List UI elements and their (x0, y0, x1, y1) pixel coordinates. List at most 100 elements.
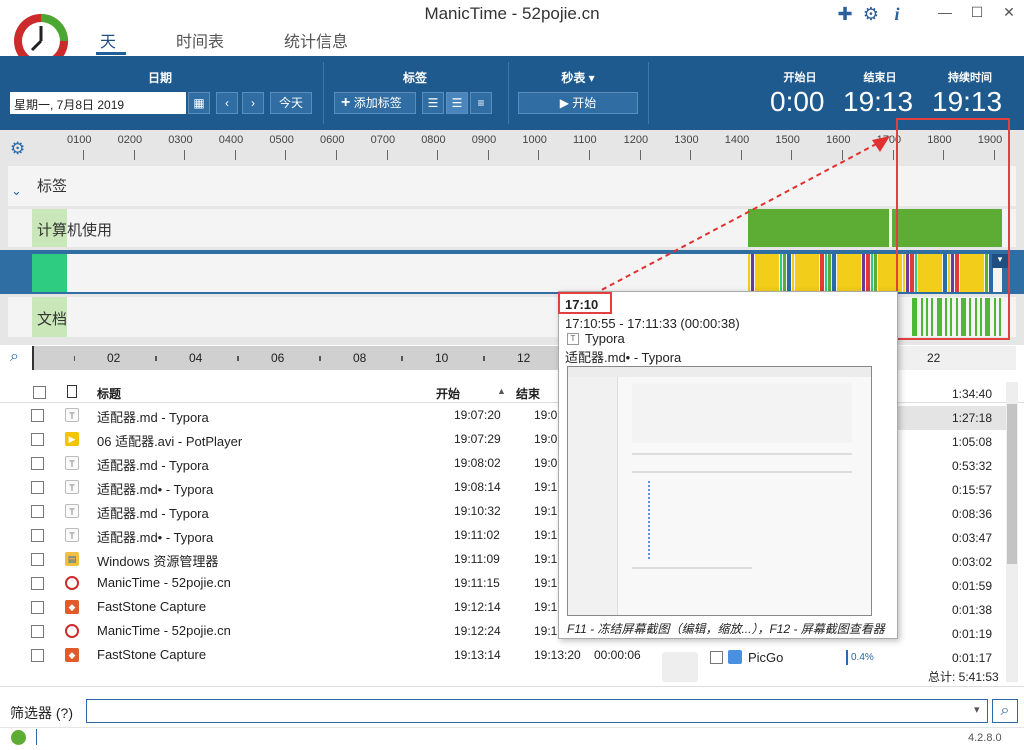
row-start: 19:07:29 (454, 432, 501, 446)
thumb-text (632, 453, 852, 473)
hour-tick (336, 150, 337, 160)
tab-day[interactable]: 天 (100, 28, 116, 52)
duration-value: 0:15:57 (951, 483, 992, 497)
maximize-button[interactable]: ☐ (962, 4, 992, 24)
row-checkbox[interactable] (31, 409, 44, 422)
row-checkbox[interactable] (31, 433, 44, 446)
row-start: 19:11:09 (454, 552, 500, 566)
tab-timesheet[interactable]: 时间表 (176, 28, 224, 52)
picgo-checkbox[interactable] (710, 651, 723, 664)
row-checkbox[interactable] (31, 625, 44, 638)
divider (648, 62, 649, 124)
filter-input[interactable] (86, 699, 988, 723)
version-label: 4.2.8.0 (968, 732, 1002, 744)
duration-value: 19:13 (932, 86, 1003, 117)
screenshot-tooltip: 17:10 17:10:55 - 17:11:33 (00:00:38) T T… (558, 291, 898, 639)
typora-icon: T (65, 528, 79, 542)
zoom-tick-label: 04 (189, 351, 203, 365)
hour-tick-label: 1000 (522, 134, 547, 146)
zoom-tick-label: 22 (927, 351, 941, 365)
hour-tick (487, 150, 489, 160)
stopwatch-dropdown[interactable]: 秒表 ▾ (548, 69, 608, 86)
today-button[interactable]: 今天 (270, 92, 312, 114)
picgo-percent: 0.4% (851, 652, 874, 663)
plus-icon: + (341, 94, 351, 111)
faststone-icon: ◆ (65, 600, 79, 614)
row-checkbox[interactable] (31, 577, 44, 590)
zoom-search-icon[interactable]: ⌕ (10, 348, 19, 366)
info-icon[interactable]: i (886, 4, 908, 26)
minimize-button[interactable]: — (930, 4, 960, 24)
row-start: 19:10:32 (454, 504, 501, 518)
row-checkbox[interactable] (31, 457, 44, 470)
column-start[interactable]: 开始 (436, 385, 460, 402)
row-end: 19:1 (534, 504, 558, 518)
duration-value: 0:03:47 (951, 531, 992, 545)
picgo-icon (728, 650, 742, 664)
zoom-tick-label: 06 (271, 351, 285, 365)
row-start: 19:11:15 (454, 576, 500, 590)
puzzle-icon[interactable]: ✚ (834, 4, 856, 26)
manictime-icon (65, 624, 79, 638)
hour-tick (184, 150, 186, 160)
row-end: 19:13:20 (534, 648, 581, 662)
gear-icon[interactable]: ⚙ (860, 4, 882, 26)
row-checkbox[interactable] (31, 481, 44, 494)
column-end[interactable]: 结束 (516, 385, 540, 402)
scrollbar-thumb[interactable] (1007, 404, 1017, 564)
filter-search-button[interactable]: ⌕ (992, 699, 1018, 723)
computer-usage-label: 计算机使用 (37, 222, 113, 239)
add-tag-button[interactable]: + 添加标签 (334, 92, 416, 114)
row-end: 19:0 (534, 432, 558, 446)
calendar-button[interactable]: ▦ (188, 92, 210, 114)
typora-icon: T (65, 480, 79, 494)
status-divider (36, 729, 37, 745)
select-all-checkbox[interactable] (33, 386, 46, 399)
zoom-tick (156, 356, 157, 361)
row-end: 19:0 (534, 408, 558, 422)
column-title[interactable]: 标题 (97, 385, 121, 402)
thumb-codeblock (632, 383, 852, 443)
prev-day-button[interactable]: ‹ (216, 92, 238, 114)
zoom-bar-right (898, 346, 1016, 370)
row-checkbox[interactable] (31, 601, 44, 614)
hour-tick (133, 150, 135, 160)
date-field[interactable]: 星期一, 7月8日 2019 (10, 92, 186, 114)
start-day-label: 开始日 (783, 72, 817, 84)
timeline-settings-gear-icon[interactable]: ⚙ (10, 139, 25, 159)
row-checkbox[interactable] (31, 529, 44, 542)
hour-tick (83, 150, 84, 160)
list-view-3-button[interactable]: ≡ (470, 92, 492, 114)
row-duration: 00:00:06 (594, 648, 641, 662)
sort-asc-icon: ▲ (497, 386, 506, 396)
row-end: 19:1 (534, 480, 558, 494)
typora-icon: T (65, 504, 79, 518)
row-title: 适配器.md• - Typora (97, 482, 214, 497)
divider (508, 62, 509, 124)
row-end: 19:1 (534, 624, 558, 638)
documents-label: 文档 (37, 311, 68, 328)
list-view-2-button[interactable]: ☰ (446, 92, 468, 114)
chevron-down-icon[interactable]: ⌄ (11, 183, 22, 199)
row-checkbox[interactable] (31, 553, 44, 566)
potplayer-icon: ▶ (65, 432, 79, 446)
highlight-box (896, 118, 1010, 340)
row-title: Windows 资源管理器 (97, 554, 219, 569)
tab-statistics[interactable]: 统计信息 (284, 28, 348, 52)
row-title: 适配器.md - Typora (97, 410, 209, 425)
duration-value: 1:05:08 (951, 435, 992, 449)
filter-dropdown-icon[interactable]: ▾ (974, 703, 980, 716)
row-title: 适配器.md• - Typora (97, 530, 214, 545)
close-button[interactable]: ✕ (994, 4, 1024, 24)
hour-tick (437, 150, 439, 160)
start-stopwatch-button[interactable]: ▶ 开始 (518, 92, 638, 114)
list-view-1-button[interactable]: ☰ (422, 92, 444, 114)
end-day-value: 19:13 (843, 86, 914, 117)
row-title: ManicTime - 52pojie.cn (97, 623, 231, 638)
row-checkbox[interactable] (31, 649, 44, 662)
row-checkbox[interactable] (31, 505, 44, 518)
row-start: 19:11:02 (454, 528, 500, 542)
zoom-tick (402, 356, 403, 361)
next-day-button[interactable]: › (242, 92, 264, 114)
end-day-label: 结束日 (863, 72, 897, 84)
